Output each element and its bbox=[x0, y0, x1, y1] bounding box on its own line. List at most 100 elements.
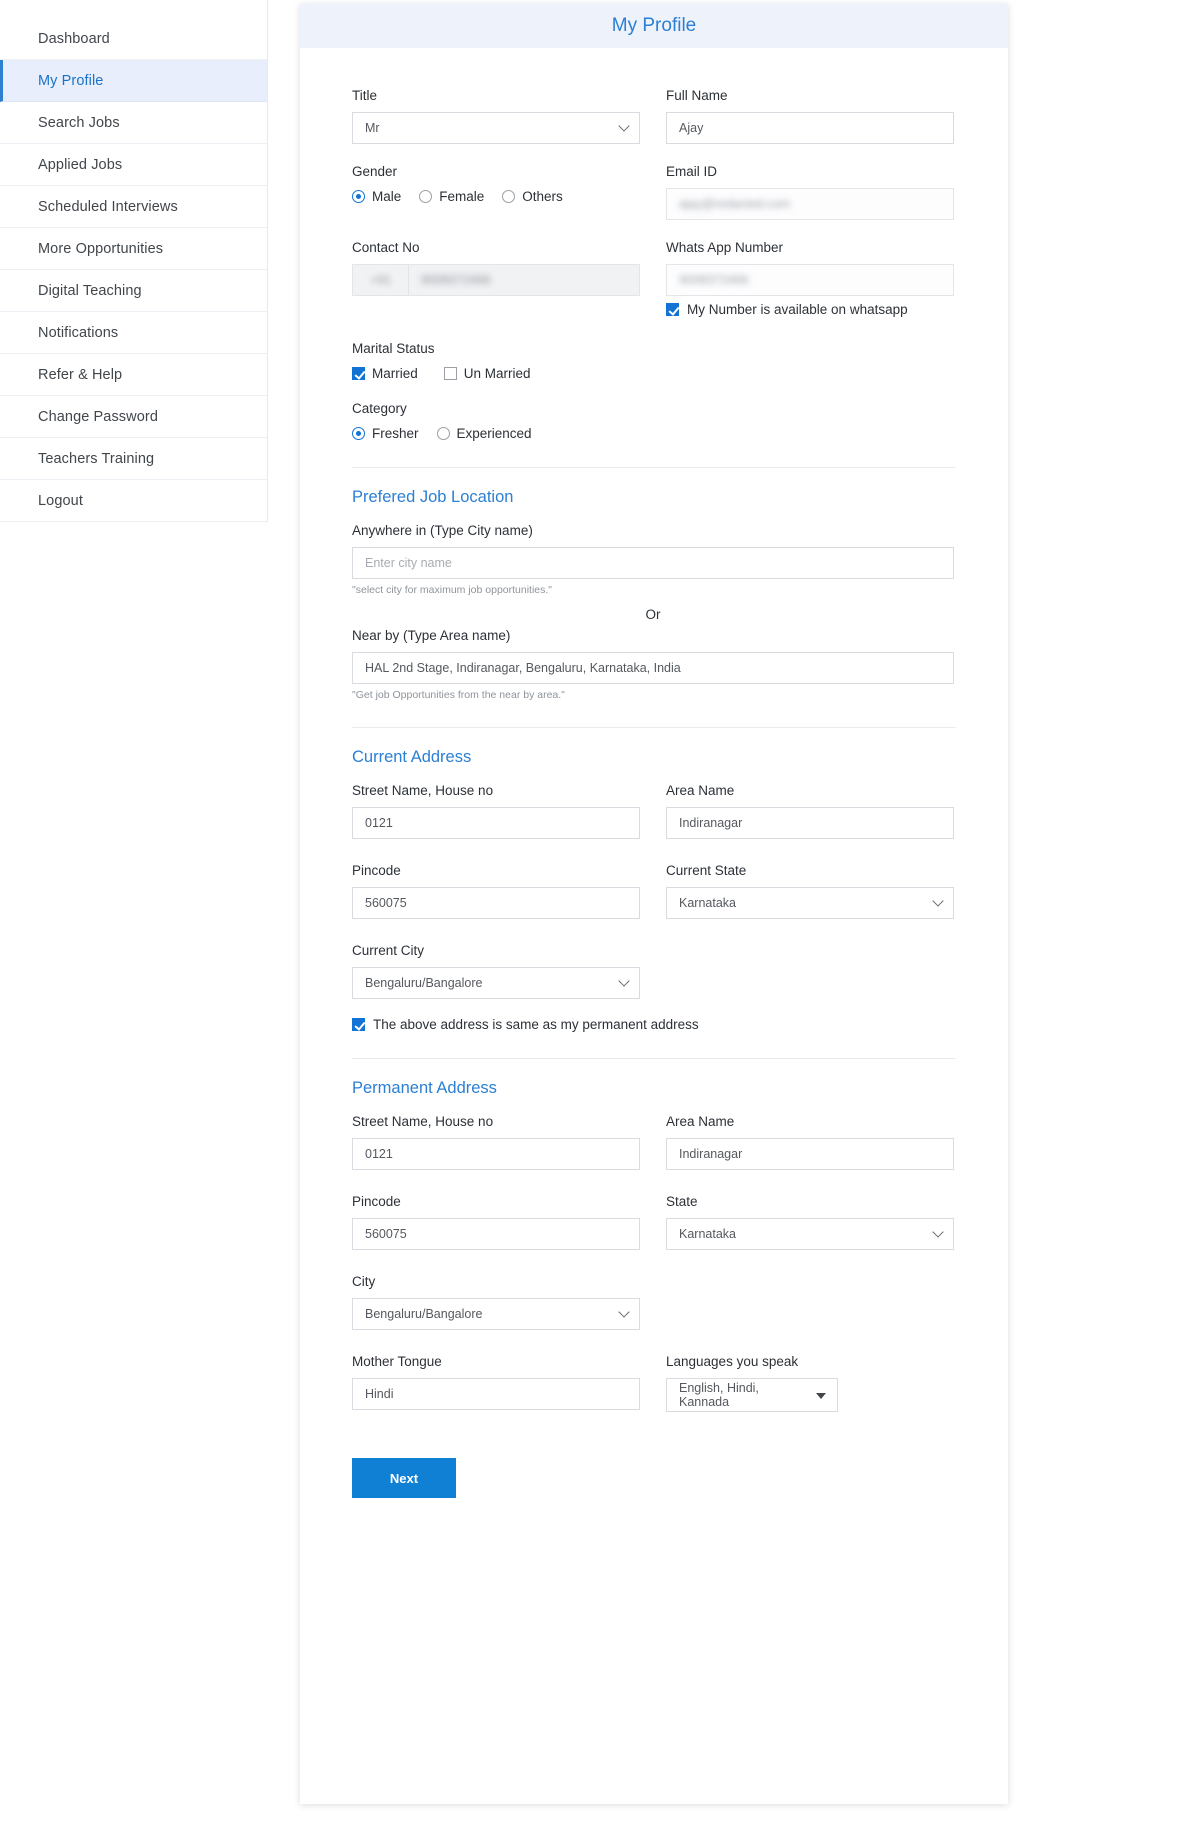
whatsapp-available-checkbox-row[interactable]: My Number is available on whatsapp bbox=[666, 302, 954, 317]
gender-label: Gender bbox=[352, 164, 398, 179]
card-header: My Profile bbox=[300, 4, 1008, 48]
current-pincode-input[interactable]: 560075 bbox=[352, 887, 640, 919]
sidebar-item-label: Refer & Help bbox=[38, 366, 123, 383]
checkbox-icon[interactable] bbox=[443, 367, 457, 380]
sidebar-item-label: Digital Teaching bbox=[38, 282, 142, 299]
permanent-pincode-value: 560075 bbox=[365, 1227, 407, 1241]
preferred-city-input[interactable]: Enter city name bbox=[352, 547, 954, 579]
current-state-select[interactable]: Karnataka bbox=[666, 887, 954, 919]
marital-option-label: Un Married bbox=[463, 366, 531, 381]
sidebar-item-teachers-training[interactable]: Teachers Training bbox=[0, 438, 267, 480]
field-current-state: Current State Karnataka bbox=[666, 863, 954, 919]
email-field[interactable]: ajay@redacted.com bbox=[666, 188, 954, 220]
chevron-down-icon bbox=[618, 1306, 630, 1318]
field-category: Category Fresher Experienced bbox=[352, 401, 640, 441]
checkbox-icon[interactable] bbox=[666, 303, 679, 316]
checkbox-icon[interactable] bbox=[352, 1018, 365, 1031]
field-permanent-street: Street Name, House no 0121 bbox=[352, 1114, 640, 1170]
preferred-city-placeholder: Enter city name bbox=[365, 556, 452, 570]
section-title-current-address: Current Address bbox=[352, 748, 472, 766]
marital-option-married[interactable]: Married bbox=[352, 366, 418, 381]
current-street-input[interactable]: 0121 bbox=[352, 807, 640, 839]
contact-no-input[interactable]: 9008372466 bbox=[409, 265, 639, 295]
field-permanent-city: City Bengaluru/Bangalore bbox=[352, 1274, 640, 1330]
gender-option-label: Female bbox=[439, 189, 485, 204]
marital-status-group: Married Un Married bbox=[352, 365, 640, 381]
preferred-area-input[interactable]: HAL 2nd Stage, Indiranagar, Bengaluru, K… bbox=[352, 652, 954, 684]
mother-tongue-input[interactable]: Hindi bbox=[352, 1378, 640, 1410]
sidebar-item-dashboard[interactable]: Dashboard bbox=[0, 18, 267, 60]
title-select[interactable]: Mr bbox=[352, 112, 640, 144]
contact-no-field[interactable]: +91 9008372466 bbox=[352, 264, 640, 296]
permanent-city-select[interactable]: Bengaluru/Bangalore bbox=[352, 1298, 640, 1330]
sidebar-item-scheduled-interviews[interactable]: Scheduled Interviews bbox=[0, 186, 267, 228]
email-value-redacted: ajay@redacted.com bbox=[679, 197, 791, 211]
permanent-state-label: State bbox=[666, 1194, 698, 1209]
gender-option-male[interactable]: Male bbox=[352, 189, 401, 204]
field-permanent-state: State Karnataka bbox=[666, 1194, 954, 1250]
sidebar-item-notifications[interactable]: Notifications bbox=[0, 312, 267, 354]
sidebar-item-search-jobs[interactable]: Search Jobs bbox=[0, 102, 267, 144]
chevron-down-icon bbox=[932, 1226, 944, 1238]
field-mother-tongue: Mother Tongue Hindi bbox=[352, 1354, 640, 1412]
title-label: Title bbox=[352, 88, 378, 103]
sidebar-item-my-profile[interactable]: My Profile bbox=[0, 60, 267, 102]
permanent-address-row-4: Mother Tongue Hindi Languages you speak … bbox=[352, 1354, 956, 1412]
sidebar-item-digital-teaching[interactable]: Digital Teaching bbox=[0, 270, 267, 312]
whatsapp-available-label: My Number is available on whatsapp bbox=[687, 302, 908, 317]
permanent-city-label: City bbox=[352, 1274, 376, 1289]
sidebar-item-logout[interactable]: Logout bbox=[0, 480, 267, 522]
next-button[interactable]: Next bbox=[352, 1458, 456, 1498]
permanent-state-value: Karnataka bbox=[679, 1227, 736, 1241]
field-current-pincode: Pincode 560075 bbox=[352, 863, 640, 919]
whatsapp-number-input[interactable]: 9008372466 bbox=[666, 264, 954, 296]
languages-multiselect[interactable]: English, Hindi, Kannada bbox=[666, 1378, 838, 1412]
radio-icon bbox=[502, 190, 516, 203]
current-area-name-value: Indiranagar bbox=[679, 816, 743, 830]
form-row-gender-email: Gender Male Female Others Email ID ajay@… bbox=[352, 164, 956, 220]
category-option-fresher[interactable]: Fresher bbox=[352, 426, 419, 441]
permanent-pincode-input[interactable]: 560075 bbox=[352, 1218, 640, 1250]
field-marital-status: Marital Status Married Un Married bbox=[352, 341, 640, 381]
preferred-city-hint: "select city for maximum job opportuniti… bbox=[352, 584, 553, 596]
field-languages-you-speak: Languages you speak English, Hindi, Kann… bbox=[666, 1354, 954, 1412]
gender-option-label: Male bbox=[372, 189, 402, 204]
current-state-value: Karnataka bbox=[679, 896, 736, 910]
permanent-pincode-label: Pincode bbox=[352, 1194, 401, 1209]
field-preferred-area: Near by (Type Area name) HAL 2nd Stage, … bbox=[352, 628, 956, 701]
preferred-area-label: Near by (Type Area name) bbox=[352, 628, 511, 643]
marital-status-label: Marital Status bbox=[352, 341, 435, 356]
sidebar-item-change-password[interactable]: Change Password bbox=[0, 396, 267, 438]
field-title: Title Mr bbox=[352, 88, 640, 144]
gender-option-others[interactable]: Others bbox=[502, 189, 563, 204]
current-area-name-input[interactable]: Indiranagar bbox=[666, 807, 954, 839]
current-pincode-value: 560075 bbox=[365, 896, 407, 910]
form-row-marital-status: Marital Status Married Un Married bbox=[352, 341, 956, 381]
sidebar: Dashboard My Profile Search Jobs Applied… bbox=[0, 0, 268, 522]
gender-option-female[interactable]: Female bbox=[419, 189, 484, 204]
current-street-label: Street Name, House no bbox=[352, 783, 494, 798]
category-option-experienced[interactable]: Experienced bbox=[436, 426, 532, 441]
permanent-state-select[interactable]: Karnataka bbox=[666, 1218, 954, 1250]
permanent-area-name-input[interactable]: Indiranagar bbox=[666, 1138, 954, 1170]
current-city-select[interactable]: Bengaluru/Bangalore bbox=[352, 967, 640, 999]
same-as-permanent-row[interactable]: The above address is same as my permanen… bbox=[352, 1017, 956, 1032]
radio-icon bbox=[352, 427, 365, 440]
checkbox-icon[interactable] bbox=[352, 367, 365, 380]
profile-form: Title Mr Full Name Ajay Gender Male Fema… bbox=[300, 48, 1008, 1546]
or-separator: Or bbox=[645, 607, 661, 622]
sidebar-item-more-opportunities[interactable]: More Opportunities bbox=[0, 228, 267, 270]
form-row-contact-whatsapp: Contact No +91 9008372466 Whats App Numb… bbox=[352, 240, 956, 317]
sidebar-item-label: Logout bbox=[38, 492, 83, 509]
full-name-input[interactable]: Ajay bbox=[666, 112, 954, 144]
field-email: Email ID ajay@redacted.com bbox=[666, 164, 954, 220]
field-gender: Gender Male Female Others bbox=[352, 164, 640, 220]
permanent-street-input[interactable]: 0121 bbox=[352, 1138, 640, 1170]
field-whatsapp-number: Whats App Number 9008372466 My Number is… bbox=[666, 240, 954, 317]
sidebar-item-applied-jobs[interactable]: Applied Jobs bbox=[0, 144, 267, 186]
radio-icon bbox=[352, 190, 365, 203]
sidebar-item-refer-help[interactable]: Refer & Help bbox=[0, 354, 267, 396]
sidebar-item-label: Dashboard bbox=[38, 30, 110, 47]
permanent-street-label: Street Name, House no bbox=[352, 1114, 494, 1129]
marital-option-un-married[interactable]: Un Married bbox=[443, 366, 531, 381]
